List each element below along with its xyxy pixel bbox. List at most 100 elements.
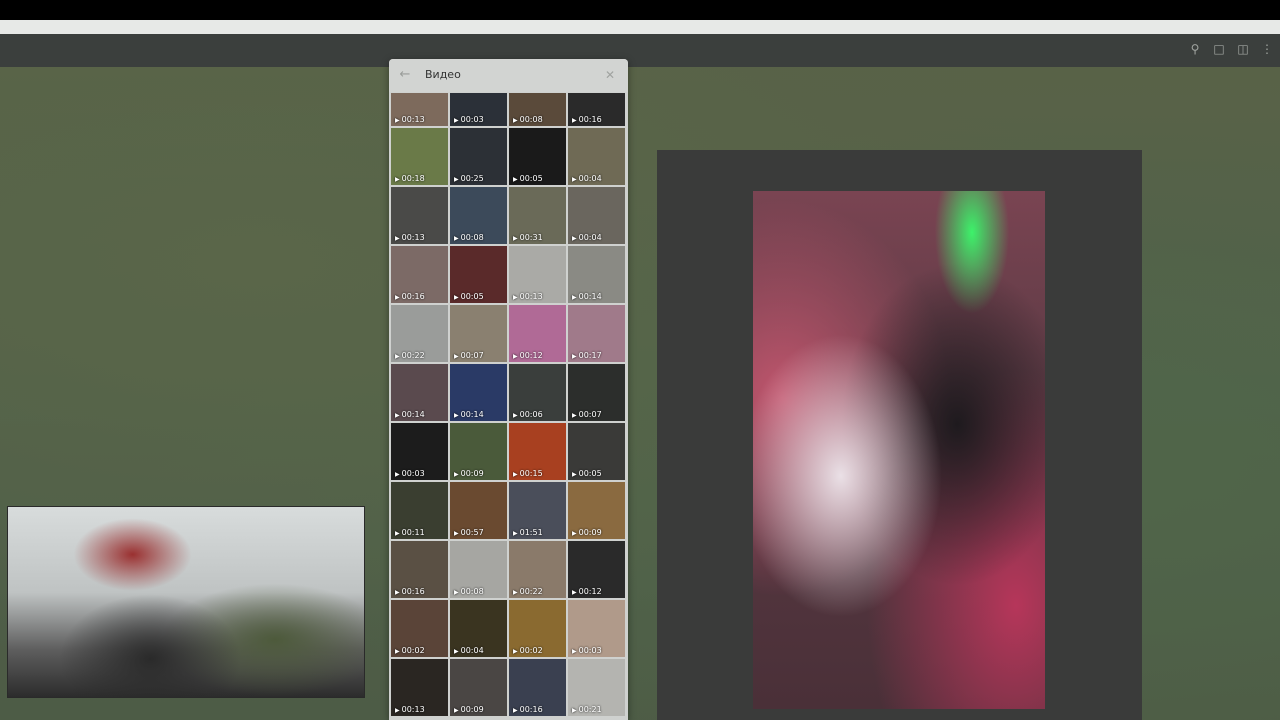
video-duration: 00:16 bbox=[395, 292, 425, 301]
video-thumbnail[interactable]: 00:14 bbox=[391, 364, 448, 421]
video-thumbnail[interactable]: 00:04 bbox=[450, 600, 507, 657]
video-thumbnail[interactable]: 00:14 bbox=[568, 246, 625, 303]
window-titlebar bbox=[0, 0, 1280, 20]
video-duration: 00:03 bbox=[572, 646, 602, 655]
video-duration: 00:05 bbox=[572, 469, 602, 478]
video-duration: 00:14 bbox=[395, 410, 425, 419]
video-duration: 00:02 bbox=[513, 646, 543, 655]
video-duration: 00:18 bbox=[395, 174, 425, 183]
video-duration: 00:03 bbox=[395, 469, 425, 478]
video-duration: 00:21 bbox=[572, 705, 602, 714]
video-duration: 00:09 bbox=[572, 528, 602, 537]
video-thumbnail[interactable]: 00:16 bbox=[509, 659, 566, 716]
video-duration: 00:05 bbox=[454, 292, 484, 301]
video-player[interactable] bbox=[753, 191, 1045, 709]
video-duration: 00:14 bbox=[572, 292, 602, 301]
video-thumbnail[interactable]: 00:14 bbox=[450, 364, 507, 421]
video-thumbnail[interactable]: 00:31 bbox=[509, 187, 566, 244]
shared-media-panel: ← Видео ✕ 00:13 00:03 00:08 00:16 00:18 00:25… bbox=[389, 59, 628, 720]
video-thumbnail[interactable]: 00:02 bbox=[509, 600, 566, 657]
video-duration: 00:12 bbox=[572, 587, 602, 596]
video-duration: 00:12 bbox=[513, 351, 543, 360]
video-duration: 00:09 bbox=[454, 705, 484, 714]
video-thumbnail[interactable]: 00:57 bbox=[450, 482, 507, 539]
video-thumbnail[interactable]: 00:02 bbox=[391, 600, 448, 657]
close-icon: ✕ bbox=[604, 68, 616, 82]
video-thumbnail[interactable]: 00:09 bbox=[450, 659, 507, 716]
video-thumbnail[interactable]: 00:16 bbox=[391, 246, 448, 303]
video-thumbnail[interactable]: 00:18 bbox=[391, 128, 448, 185]
video-duration: 00:22 bbox=[395, 351, 425, 360]
video-duration: 01:51 bbox=[513, 528, 543, 537]
video-duration: 00:05 bbox=[513, 174, 543, 183]
video-thumbnail[interactable]: 00:09 bbox=[568, 482, 625, 539]
video-thumbnail[interactable]: 00:13 bbox=[509, 246, 566, 303]
video-duration: 00:03 bbox=[454, 115, 484, 124]
video-thumbnail[interactable]: 00:05 bbox=[450, 246, 507, 303]
tab-strip bbox=[0, 20, 1280, 34]
video-thumbnail[interactable]: 00:03 bbox=[391, 423, 448, 480]
video-thumbnail[interactable]: 00:07 bbox=[450, 305, 507, 362]
video-thumbnail[interactable]: 00:11 bbox=[391, 482, 448, 539]
panel-header: ← Видео ✕ bbox=[389, 59, 628, 92]
video-duration: 00:31 bbox=[513, 233, 543, 242]
video-duration: 00:15 bbox=[513, 469, 543, 478]
video-thumbnail[interactable]: 00:12 bbox=[568, 541, 625, 598]
video-duration: 00:13 bbox=[513, 292, 543, 301]
video-thumbnail[interactable]: 00:15 bbox=[509, 423, 566, 480]
video-thumbnail[interactable]: 00:25 bbox=[450, 128, 507, 185]
video-duration: 00:13 bbox=[395, 705, 425, 714]
video-duration: 00:57 bbox=[454, 528, 484, 537]
video-duration: 00:04 bbox=[572, 233, 602, 242]
video-duration: 00:02 bbox=[395, 646, 425, 655]
video-thumbnail[interactable]: 00:03 bbox=[568, 600, 625, 657]
video-thumbnail[interactable]: 00:04 bbox=[568, 187, 625, 244]
video-duration: 00:11 bbox=[395, 528, 425, 537]
video-duration: 00:16 bbox=[513, 705, 543, 714]
back-button[interactable]: ← bbox=[397, 67, 413, 83]
panel-title: Видео bbox=[425, 68, 461, 81]
video-thumbnail[interactable]: 00:03 bbox=[450, 93, 507, 126]
video-duration: 00:06 bbox=[513, 410, 543, 419]
video-thumbnail[interactable]: 00:16 bbox=[391, 541, 448, 598]
video-duration: 00:17 bbox=[572, 351, 602, 360]
video-duration: 00:22 bbox=[513, 587, 543, 596]
close-button[interactable]: ✕ bbox=[602, 67, 618, 83]
video-duration: 00:16 bbox=[395, 587, 425, 596]
video-thumbnail[interactable]: 00:08 bbox=[450, 541, 507, 598]
video-duration: 00:16 bbox=[572, 115, 602, 124]
video-thumbnail[interactable]: 00:05 bbox=[568, 423, 625, 480]
video-thumbnail[interactable]: 00:13 bbox=[391, 93, 448, 126]
video-thumbnail[interactable]: 00:22 bbox=[391, 305, 448, 362]
video-duration: 00:09 bbox=[454, 469, 484, 478]
video-duration: 00:04 bbox=[454, 646, 484, 655]
video-thumbnail[interactable]: 01:51 bbox=[509, 482, 566, 539]
webcam-overlay bbox=[7, 506, 365, 698]
video-thumbnail[interactable]: 00:07 bbox=[568, 364, 625, 421]
video-thumbnail[interactable]: 00:21 bbox=[568, 659, 625, 716]
media-viewer bbox=[657, 150, 1142, 720]
video-thumbnail[interactable]: 00:13 bbox=[391, 187, 448, 244]
video-thumbnail[interactable]: 00:22 bbox=[509, 541, 566, 598]
video-duration: 00:14 bbox=[454, 410, 484, 419]
video-duration: 00:25 bbox=[454, 174, 484, 183]
video-duration: 00:13 bbox=[395, 233, 425, 242]
video-grid: 00:13 00:03 00:08 00:16 00:18 00:25 00:05 00:04… bbox=[391, 93, 625, 716]
video-thumbnail[interactable]: 00:05 bbox=[509, 128, 566, 185]
video-duration: 00:08 bbox=[454, 233, 484, 242]
video-thumbnail[interactable]: 00:08 bbox=[509, 93, 566, 126]
video-duration: 00:13 bbox=[395, 115, 425, 124]
video-thumbnail[interactable]: 00:08 bbox=[450, 187, 507, 244]
video-thumbnail[interactable]: 00:17 bbox=[568, 305, 625, 362]
video-thumbnail[interactable]: 00:16 bbox=[568, 93, 625, 126]
video-duration: 00:04 bbox=[572, 174, 602, 183]
video-thumbnail[interactable]: 00:04 bbox=[568, 128, 625, 185]
video-duration: 00:07 bbox=[572, 410, 602, 419]
video-thumbnail[interactable]: 00:06 bbox=[509, 364, 566, 421]
video-duration: 00:08 bbox=[513, 115, 543, 124]
video-thumbnail[interactable]: 00:09 bbox=[450, 423, 507, 480]
video-duration: 00:07 bbox=[454, 351, 484, 360]
video-duration: 00:08 bbox=[454, 587, 484, 596]
video-thumbnail[interactable]: 00:13 bbox=[391, 659, 448, 716]
video-thumbnail[interactable]: 00:12 bbox=[509, 305, 566, 362]
